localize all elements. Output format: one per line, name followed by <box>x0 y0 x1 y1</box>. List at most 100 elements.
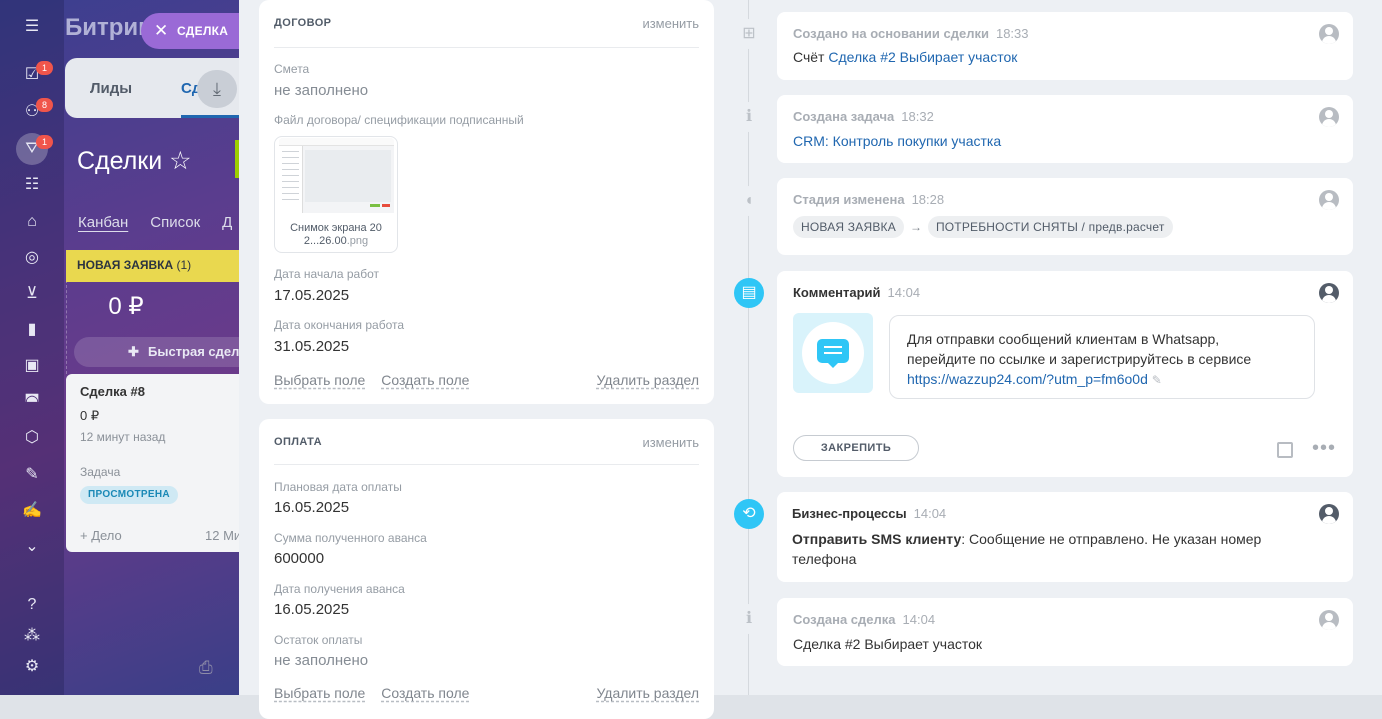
contact-center-icon[interactable]: ▣ <box>22 356 42 376</box>
delete-section-link[interactable]: Удалить раздел <box>596 372 699 388</box>
file-thumbnail[interactable]: Снимок экрана 20 2...26.00.png <box>274 136 398 253</box>
section-actions: Выбрать поле Создать поле Удалить раздел <box>274 685 699 701</box>
comment-message: Для отправки сообщений клиентам в Whatsa… <box>889 315 1315 399</box>
timeline-entry: Бизнес-процессы 14:04 Отправить SMS клиен… <box>777 492 1353 582</box>
plus-icon: ✚ <box>128 344 139 359</box>
star-icon[interactable]: ☆ <box>169 147 191 175</box>
info-icon: ℹ <box>734 102 764 132</box>
section-edit-link[interactable]: изменить <box>642 435 699 450</box>
view-tab-other[interactable]: Д <box>222 214 232 231</box>
field-label: Остаток оплаты <box>274 633 363 647</box>
user-avatar-icon[interactable] <box>1319 190 1339 210</box>
comment-icon: ▤ <box>734 278 764 308</box>
create-field-link[interactable]: Создать поле <box>381 685 469 701</box>
field-value[interactable]: 16.05.2025 <box>274 601 349 618</box>
deal-card-title[interactable]: Сделка #8 <box>80 384 145 399</box>
entry-body: Сделка #2 Выбирает участок <box>793 636 983 652</box>
edit-list-icon[interactable]: ✎ <box>22 465 42 485</box>
close-icon[interactable]: ✕ <box>154 13 169 49</box>
stage-to: ПОТРЕБНОСТИ СНЯТЫ / предв.расчет <box>927 216 1173 238</box>
more-menu-icon[interactable]: ⌄ <box>22 537 42 557</box>
signature-icon[interactable]: ✍ <box>22 501 42 521</box>
printer-icon[interactable]: ⎙ <box>199 658 213 678</box>
help-icon[interactable]: ? <box>22 595 42 615</box>
deal-card-price: 0 ₽ <box>80 408 100 423</box>
field-value[interactable]: 17.05.2025 <box>274 287 349 304</box>
target-icon[interactable]: ◎ <box>22 248 42 268</box>
quick-deal-button[interactable]: ✚ Быстрая сделк <box>74 337 239 367</box>
invoice-link[interactable]: Сделка #2 Выбирает участок <box>828 49 1017 65</box>
column-sum: 0 ₽ <box>108 293 144 320</box>
user-avatar-icon[interactable] <box>1319 24 1339 44</box>
tab-leads[interactable]: Лиды <box>90 80 132 97</box>
entry-title: Комментарий 14:04 <box>793 285 921 300</box>
deal-panel: ДОГОВОР изменить Смета не заполнено Файл… <box>239 0 1382 719</box>
timeline-entry: Создано на основании сделки 18:33 Счёт Сд… <box>777 12 1353 80</box>
select-field-link[interactable]: Выбрать поле <box>274 372 365 388</box>
field-value[interactable]: не заполнено <box>274 652 368 669</box>
section-title: ОПЛАТА <box>274 436 322 448</box>
bank-icon[interactable]: ⌂ <box>22 212 42 232</box>
select-field-link[interactable]: Выбрать поле <box>274 685 365 701</box>
brand-logo: Битрик <box>65 14 151 41</box>
field-value[interactable]: 16.05.2025 <box>274 499 349 516</box>
entry-body: Отправить SMS клиенту: Сообщение не отпр… <box>792 531 1262 567</box>
settings-icon[interactable]: ⚙ <box>22 657 42 677</box>
entry-title: Бизнес-процессы 14:04 <box>792 506 947 521</box>
document-add-icon: ⊞ <box>734 19 764 49</box>
deal-slider-label[interactable]: ✕ СДЕЛКА <box>141 13 241 49</box>
stage-from: НОВАЯ ЗАЯВКА <box>793 216 904 238</box>
kanban-column-header[interactable]: НОВАЯ ЗАЯВКА (1) <box>66 250 239 282</box>
section-edit-link[interactable]: изменить <box>642 16 699 31</box>
delete-section-link[interactable]: Удалить раздел <box>596 685 699 701</box>
pencil-icon[interactable]: ✎ <box>1152 373 1162 387</box>
user-avatar-icon[interactable] <box>1319 283 1339 303</box>
hamburger-icon[interactable]: ☰ <box>22 17 42 37</box>
entry-title: Создано на основании сделки 18:33 <box>793 26 1029 41</box>
field-value[interactable]: не заполнено <box>274 82 368 99</box>
note-icon[interactable] <box>1277 442 1293 458</box>
arrow-right-icon: → <box>909 220 922 234</box>
view-tab-list[interactable]: Список <box>150 214 200 231</box>
user-avatar-icon[interactable] <box>1319 504 1339 524</box>
add-activity-link[interactable]: + Дело <box>80 528 122 543</box>
create-field-link[interactable]: Создать поле <box>381 372 469 388</box>
box-icon[interactable]: ⬡ <box>22 428 42 448</box>
page-title: Сделки ☆ <box>77 147 192 175</box>
analytics-icon[interactable]: ▮ <box>22 320 42 340</box>
user-avatar-icon[interactable] <box>1319 107 1339 127</box>
entry-title: Создана сделка 14:04 <box>793 612 936 627</box>
deal-card-time: 12 минут назад <box>80 430 166 444</box>
wazzup-link[interactable]: https://wazzup24.com/?utm_p=fm6o0d <box>907 371 1148 387</box>
tasks-badge: 1 <box>36 61 53 75</box>
active-tab-underline <box>181 115 239 118</box>
info-icon: ℹ <box>734 604 764 634</box>
file-name: Снимок экрана 20 2...26.00.png <box>290 222 382 247</box>
download-icon[interactable]: ⤓ <box>197 70 237 108</box>
business-process-icon: ⟲ <box>734 499 764 529</box>
field-value[interactable]: 31.05.2025 <box>274 338 349 355</box>
deal-card-task-label: Задача <box>80 465 121 479</box>
task-link[interactable]: CRM: Контроль покупки участка <box>793 133 1001 149</box>
cart-icon[interactable]: ⊻ <box>22 284 42 304</box>
field-value[interactable]: 600000 <box>274 550 324 567</box>
robot-icon[interactable]: ◚ <box>22 392 42 412</box>
field-label: Дата получения аванса <box>274 582 405 596</box>
more-icon[interactable]: ••• <box>1312 437 1336 460</box>
field-label: Дата начала работ <box>274 267 380 281</box>
entry-body: Счёт Сделка #2 Выбирает участок <box>793 49 1018 65</box>
list-icon[interactable]: ☷ <box>22 175 42 195</box>
user-avatar-icon[interactable] <box>1319 610 1339 630</box>
view-tab-kanban[interactable]: Канбан <box>78 214 128 231</box>
structure-icon[interactable]: ⁂ <box>22 626 42 646</box>
crm-badge: 1 <box>36 135 53 149</box>
view-tabs: Канбан Список Д <box>78 214 239 231</box>
deal-card[interactable]: Сделка #8 0 ₽ 12 минут назад Задача ПРОС… <box>66 374 239 552</box>
contacts-badge: 8 <box>36 98 53 112</box>
pin-button[interactable]: ЗАКРЕПИТЬ <box>793 435 919 461</box>
payment-section: ОПЛАТА изменить Плановая дата оплаты 16.… <box>259 419 714 719</box>
task-status-badge: ПРОСМОТРЕНА <box>80 486 178 504</box>
left-menu: ☰ ☑ 1 ⚇ 8 ⛛ 1 ☷ ⌂ ◎ ⊻ ▮ ▣ ◚ ⬡ ✎ ✍ ⌄ ? ⁂ … <box>0 0 64 695</box>
file-preview-image <box>279 138 394 213</box>
timeline-entry: Создана сделка 14:04 Сделка #2 Выбирает у… <box>777 598 1353 666</box>
